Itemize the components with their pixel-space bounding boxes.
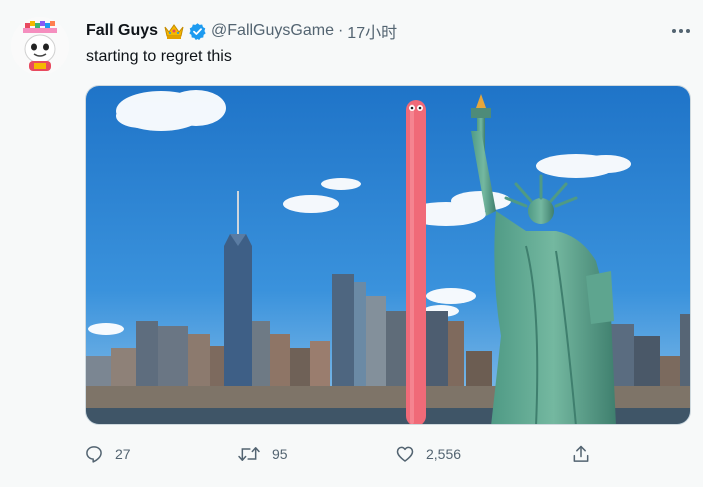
like-count: 2,556 bbox=[426, 446, 462, 462]
heart-icon bbox=[396, 446, 414, 462]
reply-icon bbox=[86, 446, 102, 463]
author-name[interactable]: Fall Guys bbox=[86, 22, 158, 40]
more-options-button[interactable] bbox=[668, 20, 694, 42]
avatar[interactable] bbox=[11, 17, 69, 75]
tweet-text: starting to regret this bbox=[86, 48, 232, 65]
reply-count: 27 bbox=[115, 446, 131, 462]
author-handle[interactable]: @FallGuysGame bbox=[211, 22, 334, 40]
tweet-actions: 27 95 2,556 bbox=[84, 440, 604, 468]
retweet-button[interactable]: 95 bbox=[237, 440, 288, 468]
avatar-image bbox=[11, 17, 69, 75]
tweet[interactable]: Fall Guys @FallGuysGame · 17小时 starting … bbox=[0, 0, 703, 487]
share-icon bbox=[573, 445, 589, 462]
retweet-icon bbox=[238, 447, 260, 461]
tweet-media[interactable] bbox=[85, 85, 691, 425]
tweet-header: Fall Guys @FallGuysGame · 17小时 bbox=[86, 20, 397, 42]
tweet-image bbox=[86, 86, 690, 424]
crown-icon bbox=[163, 22, 185, 40]
like-button[interactable]: 2,556 bbox=[395, 440, 461, 468]
separator-dot: · bbox=[337, 22, 344, 39]
timestamp[interactable]: 17小时 bbox=[347, 19, 397, 43]
verified-badge-icon bbox=[188, 22, 207, 41]
more-dots-icon bbox=[672, 29, 690, 33]
retweet-count: 95 bbox=[272, 446, 288, 462]
share-button[interactable] bbox=[571, 440, 591, 468]
reply-button[interactable]: 27 bbox=[84, 440, 131, 468]
